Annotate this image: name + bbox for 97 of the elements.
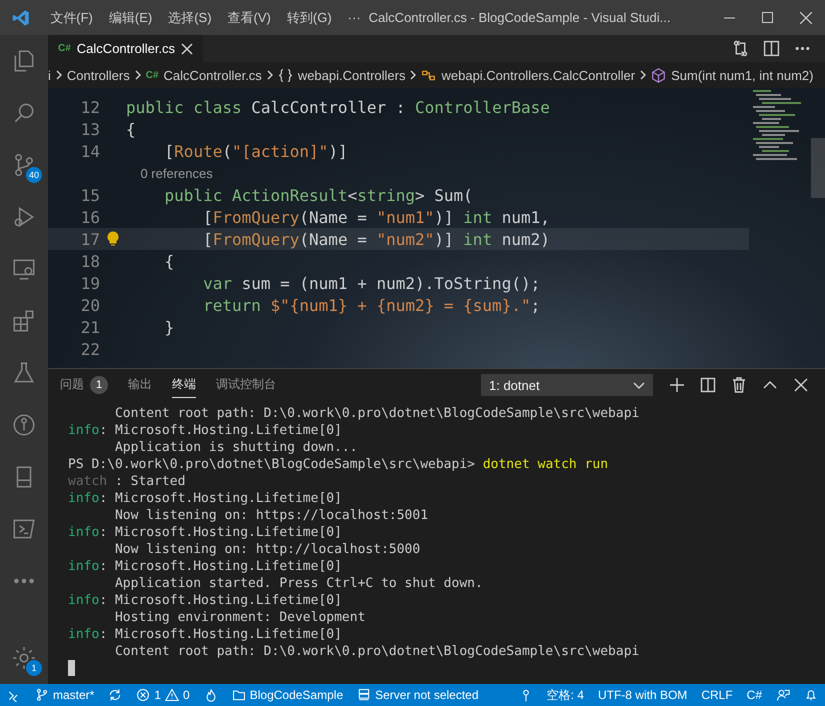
server-icon[interactable] bbox=[357, 688, 372, 702]
chevron-icon bbox=[264, 70, 275, 80]
cube-icon bbox=[651, 68, 666, 82]
count-badge: 40 bbox=[26, 167, 42, 183]
line-number: 19 bbox=[80, 274, 100, 292]
code-line: { bbox=[164, 252, 174, 270]
line-number: 20 bbox=[80, 296, 100, 314]
line-number: 16 bbox=[80, 208, 100, 226]
line-number: 21 bbox=[80, 318, 100, 336]
compare-icon[interactable] bbox=[732, 40, 749, 57]
terminal-line: PS D:\0.work\0.pro\dotnet\BlogCodeSample\src\webapi> dotnet watch run bbox=[68, 457, 608, 472]
window-title: CalcController.cs - BlogCodeSample - Visual Studi... bbox=[368, 10, 672, 25]
code-line: public ActionResult<string> Sum( bbox=[164, 186, 473, 204]
chevron-icon bbox=[132, 70, 143, 80]
line-number: 22 bbox=[80, 340, 100, 358]
status-item[interactable]: BlogCodeSample bbox=[250, 688, 344, 702]
breadcrumb-item[interactable]: webapi.Controllers bbox=[298, 68, 406, 82]
menu-item[interactable]: 查看(V) bbox=[220, 8, 279, 26]
terminal-cursor bbox=[68, 660, 75, 676]
split-editor-icon[interactable] bbox=[763, 40, 780, 57]
scrollbar-thumb[interactable] bbox=[811, 138, 825, 198]
menu-item[interactable]: 转到(G) bbox=[278, 8, 340, 26]
braces-icon bbox=[278, 68, 293, 82]
close-icon[interactable] bbox=[800, 12, 812, 24]
settings-icon[interactable] bbox=[11, 645, 37, 671]
terminal-line: Application is shutting down... bbox=[114, 440, 358, 455]
editor-tab[interactable]: C# CalcController.cs bbox=[48, 35, 204, 62]
status-item[interactable]: C# bbox=[740, 688, 769, 702]
breadcrumb-item[interactable]: Sum(int num1, int num2) bbox=[671, 68, 814, 82]
terminal-line: info: Microsoft.Hosting.Lifetime[0] bbox=[68, 525, 342, 540]
feedback-icon[interactable] bbox=[776, 688, 790, 702]
code-line: { bbox=[126, 120, 136, 138]
close-icon[interactable] bbox=[793, 377, 809, 393]
panel-tab[interactable]: 问题 1 bbox=[60, 372, 108, 398]
split-terminal-icon[interactable] bbox=[700, 377, 716, 393]
terminal-line: Now listening on: http://localhost:5000 bbox=[114, 542, 420, 557]
status-item[interactable]: CRLF bbox=[694, 688, 740, 702]
terminal-line: Application started. Press Ctrl+C to shut down. bbox=[114, 576, 483, 591]
status-item[interactable]: 空格: 4 bbox=[540, 686, 591, 704]
breadcrumb-item[interactable]: i bbox=[48, 68, 51, 82]
line-number: 17 bbox=[80, 230, 100, 248]
terminal-line: info: Microsoft.Hosting.Lifetime[0] bbox=[68, 559, 342, 574]
problems-indicator[interactable]: 1 0 bbox=[129, 688, 197, 702]
panel-tab[interactable]: 调试控制台 bbox=[216, 372, 276, 398]
code-line: public class CalcController : ControllerBase bbox=[126, 98, 550, 116]
maximize-icon[interactable] bbox=[762, 12, 774, 23]
menu-item[interactable]: 选择(S) bbox=[160, 8, 220, 26]
circle-node-icon[interactable] bbox=[11, 412, 37, 438]
panel-tab[interactable]: 终端 bbox=[172, 372, 196, 398]
status-item[interactable]: UTF-8 with BOM bbox=[590, 688, 694, 702]
trash-icon[interactable] bbox=[731, 377, 747, 393]
terminal-line: watch : Started bbox=[68, 474, 186, 489]
code-line: return $"{num1} + {num2} = {sum}."; bbox=[202, 296, 540, 314]
status-item[interactable]: master* bbox=[53, 688, 94, 702]
line-number: 15 bbox=[80, 186, 100, 204]
line-number: 13 bbox=[80, 120, 100, 138]
terminal-line: info: Microsoft.Hosting.Lifetime[0] bbox=[68, 593, 342, 608]
close-icon[interactable] bbox=[181, 42, 194, 54]
terminal-line: Content root path: D:\0.work\0.pro\dotnet\BlogCodeSample\src\webapi bbox=[114, 644, 640, 659]
menu-item[interactable]: 文件(F) bbox=[42, 8, 101, 26]
terminal-line: Hosting environment: Development bbox=[114, 610, 366, 625]
terminal-line: info: Microsoft.Hosting.Lifetime[0] bbox=[68, 423, 342, 438]
count-badge: 1 bbox=[26, 660, 42, 676]
terminal-line: info: Microsoft.Hosting.Lifetime[0] bbox=[68, 491, 342, 506]
breadcrumb-item[interactable]: Controllers bbox=[66, 68, 130, 82]
status-item[interactable]: Server not selected bbox=[375, 688, 479, 702]
menu-item[interactable]: 编辑(E) bbox=[100, 8, 160, 26]
panel-tab[interactable]: 输出 bbox=[128, 372, 152, 398]
flame-icon[interactable] bbox=[204, 688, 218, 702]
chevron-icon bbox=[54, 70, 64, 80]
plus-icon[interactable] bbox=[669, 377, 685, 393]
code-line: [Route("[action]")] bbox=[164, 142, 348, 160]
chevron-icon bbox=[408, 70, 418, 80]
branch-icon[interactable] bbox=[35, 688, 49, 702]
breadcrumb-item[interactable]: webapi.Controllers.CalcController bbox=[441, 68, 636, 82]
code-line: } bbox=[164, 318, 174, 336]
line-number: 14 bbox=[80, 142, 100, 160]
terminal-line: info: Microsoft.Hosting.Lifetime[0] bbox=[68, 627, 342, 642]
sync-icon[interactable] bbox=[108, 688, 122, 702]
code-line: [FromQuery(Name = "num2")] int num2) bbox=[202, 230, 550, 248]
line-number: 12 bbox=[80, 98, 100, 116]
line-number: 18 bbox=[80, 252, 100, 270]
count-badge: 1 bbox=[90, 376, 108, 394]
codelens-text[interactable]: 0 references bbox=[48, 162, 749, 184]
breadcrumb-item[interactable]: CalcController.cs bbox=[164, 68, 262, 82]
lightbulb-icon[interactable] bbox=[106, 231, 120, 247]
terminal-line: Now listening on: https://localhost:5001 bbox=[114, 508, 428, 523]
bell-icon[interactable] bbox=[804, 688, 818, 702]
minimize-icon[interactable] bbox=[724, 16, 736, 18]
folder-icon[interactable] bbox=[232, 688, 246, 702]
more-menu[interactable]: ··· bbox=[340, 10, 369, 25]
terminal-line: Content root path: D:\0.work\0.pro\dotnet\BlogCodeSample\src\webapi bbox=[114, 406, 640, 421]
csharp-file-icon: C# bbox=[146, 70, 159, 80]
code-line: var sum = (num1 + num2).ToString(); bbox=[202, 274, 540, 292]
terminal-dropdown[interactable]: 1: dotnet bbox=[481, 374, 653, 396]
chevron-icon bbox=[638, 70, 648, 80]
code-line: [FromQuery(Name = "num1")] int num1, bbox=[202, 208, 550, 226]
